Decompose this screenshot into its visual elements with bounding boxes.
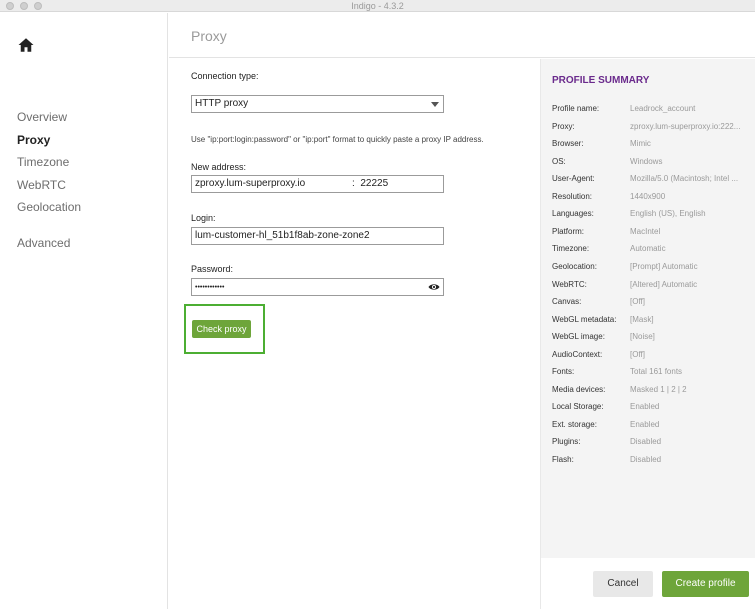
sidebar-item-proxy[interactable]: Proxy [17, 133, 50, 147]
password-value: •••••••••••• [195, 284, 225, 291]
summary-value: Disabled [630, 437, 662, 447]
summary-row: Flash: Disabled [552, 455, 755, 467]
address-host: zproxy.lum-superproxy.io [195, 178, 306, 189]
summary-row: Timezone: Automatic [552, 244, 755, 256]
summary-row: Profile name: Leadrock_account [552, 104, 755, 116]
summary-value: [Mask] [630, 314, 654, 324]
summary-row: WebRTC: [Altered] Automatic [552, 280, 755, 292]
password-label: Password: [191, 264, 234, 274]
new-address-label: New address: [191, 162, 247, 172]
summary-key: Resolution: [552, 191, 593, 201]
main-header: Proxy [169, 13, 755, 58]
connection-type-value: HTTP proxy [195, 98, 249, 109]
summary-value: [Prompt] Automatic [630, 261, 698, 271]
summary-value: Automatic [630, 244, 666, 254]
summary-value: zproxy.lum-superproxy.io:222... [630, 121, 741, 131]
chevron-down-icon [431, 102, 439, 107]
sidebar-item-advanced[interactable]: Advanced [17, 236, 70, 250]
summary-key: Geolocation: [552, 261, 597, 271]
summary-row: Platform: MacIntel [552, 227, 755, 239]
profile-summary-panel: PROFILE SUMMARY Profile name: Leadrock_ac… [540, 59, 755, 558]
summary-row: WebGL image: [Noise] [552, 332, 755, 344]
sidebar-item-geolocation[interactable]: Geolocation [17, 200, 81, 214]
summary-row: Proxy: zproxy.lum-superproxy.io:222... [552, 122, 755, 134]
footer-actions: Cancel Create profile [540, 558, 755, 609]
summary-key: Local Storage: [552, 402, 604, 412]
summary-row: Geolocation: [Prompt] Automatic [552, 262, 755, 274]
summary-key: Languages: [552, 209, 594, 219]
summary-key: Media devices: [552, 384, 606, 394]
summary-row: Resolution: 1440x900 [552, 192, 755, 204]
summary-row: AudioContext: [Off] [552, 350, 755, 362]
summary-key: Timezone: [552, 244, 590, 254]
summary-row: Ext. storage: Enabled [552, 420, 755, 432]
address-port: : 22225 [352, 178, 389, 189]
summary-row: Local Storage: Enabled [552, 402, 755, 414]
summary-value: Windows [630, 156, 663, 166]
summary-key: AudioContext: [552, 349, 603, 359]
summary-key: Canvas: [552, 297, 582, 307]
summary-key: Fonts: [552, 367, 575, 377]
page-title: Proxy [191, 28, 227, 44]
summary-value: Mimic [630, 139, 651, 149]
eye-icon[interactable] [428, 282, 440, 292]
summary-key: Proxy: [552, 121, 575, 131]
summary-key: OS: [552, 156, 566, 166]
login-label: Login: [191, 213, 216, 223]
profile-summary-title: PROFILE SUMMARY [552, 75, 650, 86]
connection-type-select[interactable]: HTTP proxy [191, 95, 444, 113]
sidebar: Overview Proxy Timezone WebRTC Geolocati… [0, 13, 168, 609]
summary-key: WebGL metadata: [552, 314, 617, 324]
check-proxy-button[interactable]: Check proxy [192, 320, 251, 338]
summary-row: Plugins: Disabled [552, 437, 755, 449]
summary-key: Profile name: [552, 104, 600, 113]
summary-key: Platform: [552, 226, 585, 236]
window-titlebar: Indigo - 4.3.2 [0, 0, 755, 12]
proxy-format-hint: Use "ip:port:login:password" or "ip:port… [191, 135, 484, 144]
summary-value: [Off] [630, 349, 645, 359]
summary-value: English (US), English [630, 209, 706, 219]
summary-value: MacIntel [630, 226, 661, 236]
summary-value: Leadrock_account [630, 104, 696, 113]
new-address-input[interactable]: zproxy.lum-superproxy.io : 22225 [191, 175, 444, 193]
sidebar-item-overview[interactable]: Overview [17, 110, 67, 124]
summary-row: WebGL metadata: [Mask] [552, 315, 755, 327]
summary-key: Browser: [552, 139, 584, 149]
summary-key: Flash: [552, 455, 574, 464]
password-input[interactable]: •••••••••••• [191, 278, 444, 296]
summary-key: User-Agent: [552, 174, 595, 184]
summary-value: Enabled [630, 402, 660, 412]
cancel-button[interactable]: Cancel [593, 571, 653, 597]
summary-key: Plugins: [552, 437, 581, 447]
summary-key: WebRTC: [552, 279, 587, 289]
summary-value: [Off] [630, 297, 645, 307]
summary-row: User-Agent: Mozilla/5.0 (Macintosh; Intel… [552, 174, 755, 186]
sidebar-item-timezone[interactable]: Timezone [17, 155, 69, 169]
summary-row: Browser: Mimic [552, 139, 755, 151]
summary-key: Ext. storage: [552, 419, 597, 429]
summary-value: [Noise] [630, 332, 655, 342]
summary-value: Mozilla/5.0 (Macintosh; Intel ... [630, 174, 739, 184]
summary-value: 1440x900 [630, 191, 666, 201]
summary-row: Languages: English (US), English [552, 209, 755, 221]
window-title: Indigo - 4.3.2 [351, 1, 404, 11]
summary-row: Canvas: [Off] [552, 297, 755, 309]
summary-row: Fonts: Total 161 fonts [552, 367, 755, 379]
summary-value: Total 161 fonts [630, 367, 683, 377]
summary-value: Disabled [630, 455, 662, 464]
summary-row: Media devices: Masked 1 | 2 | 2 [552, 385, 755, 397]
create-profile-button[interactable]: Create profile [662, 571, 749, 597]
summary-key: WebGL image: [552, 332, 605, 342]
sidebar-item-webrtc[interactable]: WebRTC [17, 178, 66, 192]
home-icon[interactable] [17, 36, 35, 54]
summary-row: OS: Windows [552, 157, 755, 169]
summary-value: [Altered] Automatic [630, 279, 698, 289]
summary-value: Enabled [630, 419, 660, 429]
login-input[interactable]: lum-customer-hl_51b1f8ab-zone-zone2 [191, 227, 444, 245]
connection-type-label: Connection type: [191, 71, 259, 81]
summary-value: Masked 1 | 2 | 2 [630, 384, 687, 394]
